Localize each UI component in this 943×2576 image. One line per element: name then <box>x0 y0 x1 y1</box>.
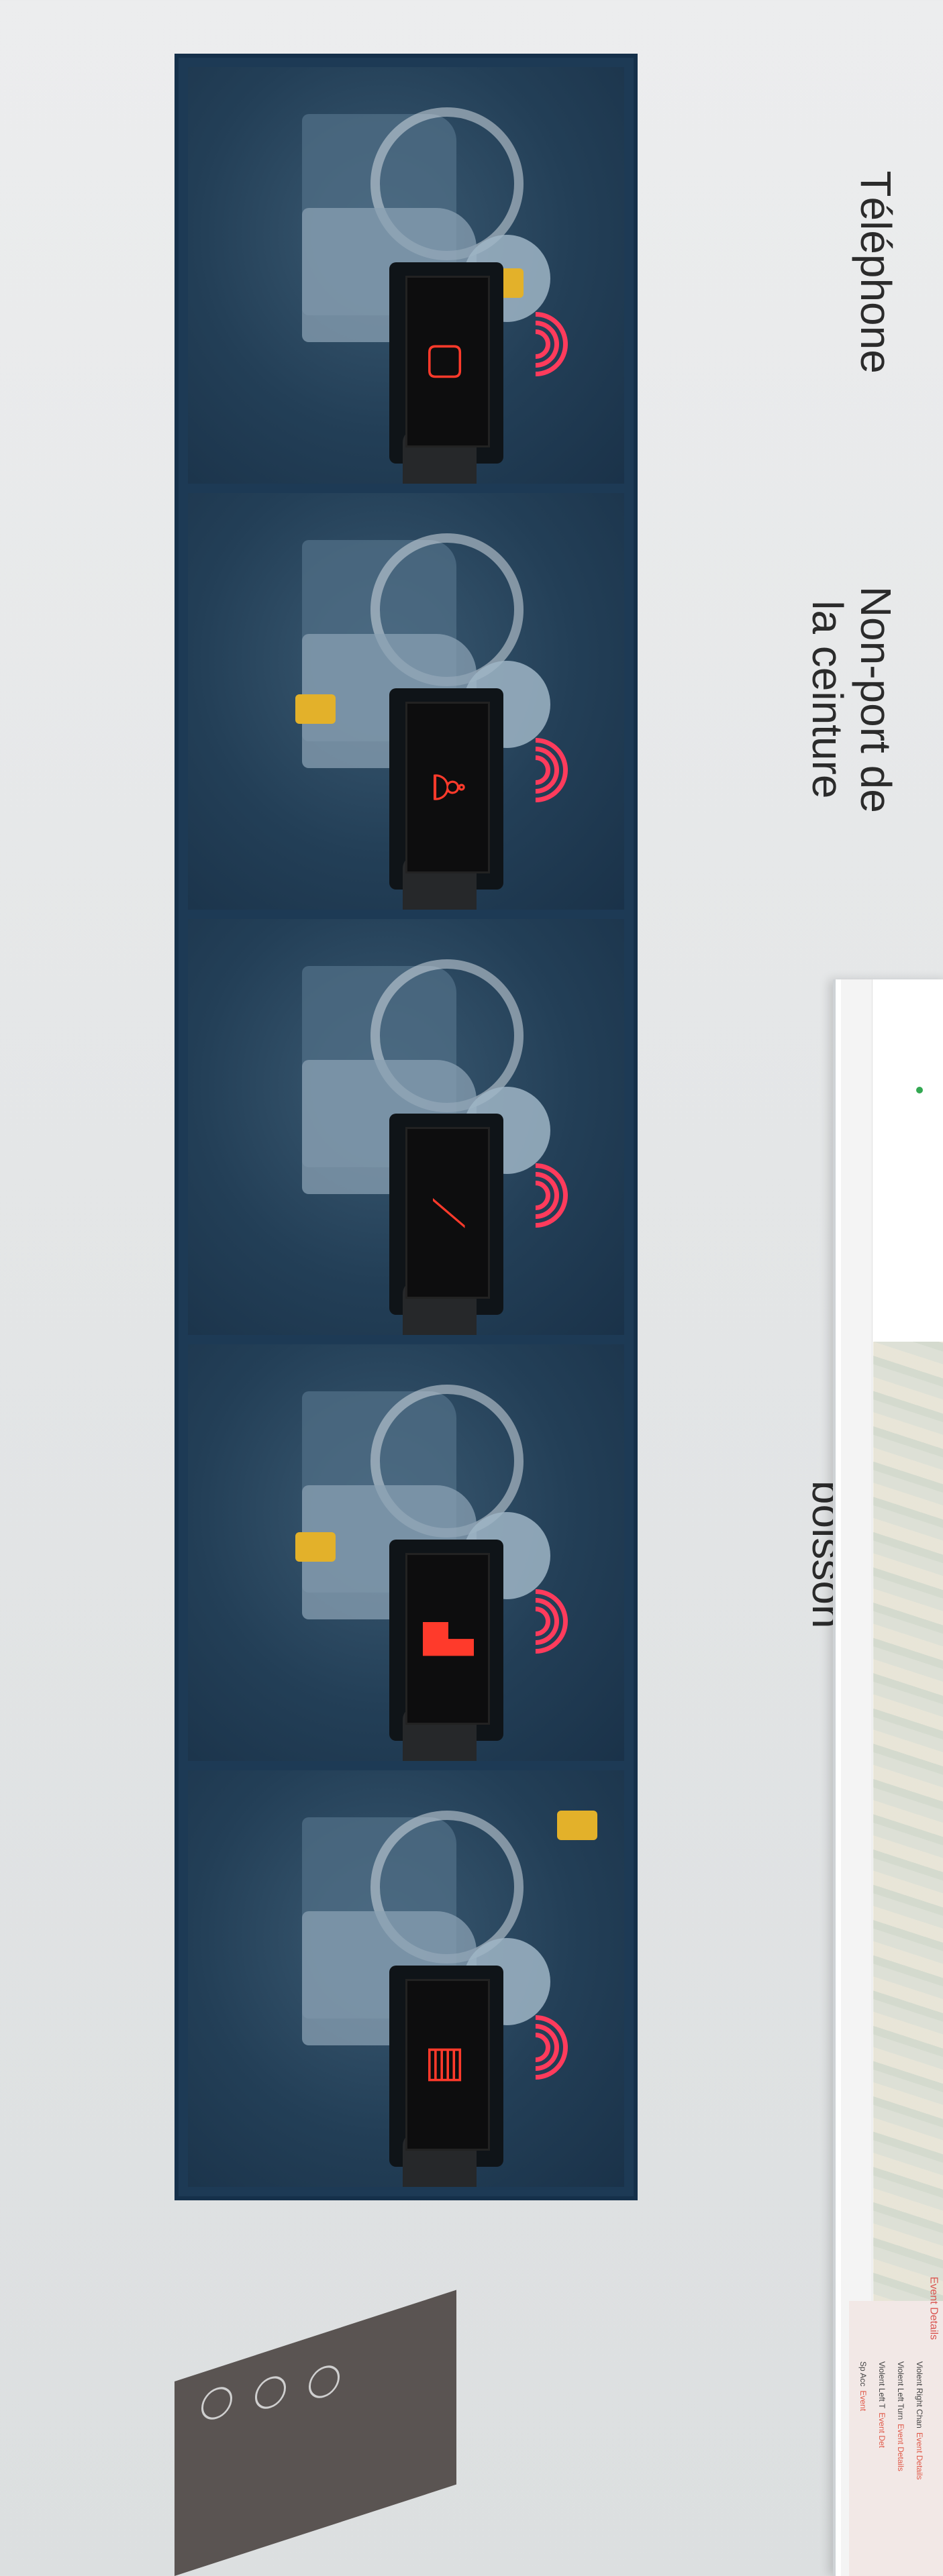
event-title: Violent Right Chan <box>915 2361 924 2428</box>
panel-distraction: ▤ <box>188 1770 624 2187</box>
alert-waves-icon <box>490 1150 581 1242</box>
dashcam-screen: ⟋ <box>405 1127 490 1299</box>
panel-phone: ▢ <box>188 67 624 484</box>
event-title: Violent Left T <box>877 2361 887 2409</box>
event-item[interactable]: Violent Left T Event Det <box>877 2361 887 2448</box>
panel-label: Non-port de la ceinture <box>658 490 920 908</box>
panel-seatbelt: ♙ <box>188 492 624 910</box>
alert-waves-icon <box>490 724 581 816</box>
panel-label: Téléphone <box>658 63 920 481</box>
dashcam: ▢ <box>389 262 503 484</box>
panel-label-line: Non-port de <box>852 586 900 813</box>
photo-page: TéléphoneNon-port dela ceintureTabagisme… <box>0 0 943 2576</box>
event-item[interactable]: Sp Acc Event <box>858 2361 868 2411</box>
panel-food-drink: ▟ <box>188 1344 624 1762</box>
event-title: Sp Acc <box>858 2361 868 2387</box>
held-object <box>295 1532 336 1562</box>
panel-strip: ▢ ♙ ⟋ ▟ ▤ <box>175 54 638 2200</box>
panel-label-line: la ceinture <box>803 600 852 799</box>
dashcam-screen: ♙ <box>405 701 490 873</box>
alert-waves-icon <box>490 1576 581 1668</box>
key-icon <box>201 2383 232 2424</box>
alert-waves-icon <box>490 2002 581 2093</box>
event-details-link[interactable]: Event Details <box>896 2424 905 2471</box>
alert-waves-icon <box>490 298 581 390</box>
held-object <box>557 1811 597 1841</box>
key-icon <box>309 2361 340 2403</box>
status-dot <box>916 1087 923 1093</box>
distraction-icon: ▤ <box>423 2044 473 2086</box>
key-icon <box>255 2372 286 2414</box>
panel-label-line: Téléphone <box>852 170 900 374</box>
monitoring-card: TéléphoneNon-port dela ceintureTabagisme… <box>168 54 920 2214</box>
dashcam: ▟ <box>389 1540 503 1762</box>
smoking-icon: ⟋ <box>423 1197 473 1228</box>
event-details-link[interactable]: Event <box>858 2390 868 2411</box>
phone-icon: ▢ <box>423 341 473 382</box>
event-details-link[interactable]: Event Details <box>915 2432 924 2480</box>
dashcam: ▤ <box>389 1965 503 2187</box>
dashcam: ♙ <box>389 688 503 910</box>
event-details-link[interactable]: Event Det <box>877 2412 887 2448</box>
held-object <box>295 694 336 724</box>
dashcam: ⟋ <box>389 1114 503 1336</box>
dashcam-screen: ▤ <box>405 1978 490 2151</box>
keyboard-edge <box>175 2290 456 2576</box>
food-drink-icon: ▟ <box>423 1622 473 1656</box>
dashcam-screen: ▢ <box>405 275 490 447</box>
event-title: Violent Left Turn <box>896 2361 905 2420</box>
event-item[interactable]: Violent Right Chan Event Details <box>915 2361 924 2480</box>
dashcam-screen: ▟ <box>405 1553 490 1725</box>
panel-smoking: ⟋ <box>188 918 624 1336</box>
seatbelt-icon: ♙ <box>423 767 473 807</box>
sidepanel-title: Event Details <box>928 2276 939 2340</box>
event-item[interactable]: Violent Left Turn Event Details <box>896 2361 905 2471</box>
